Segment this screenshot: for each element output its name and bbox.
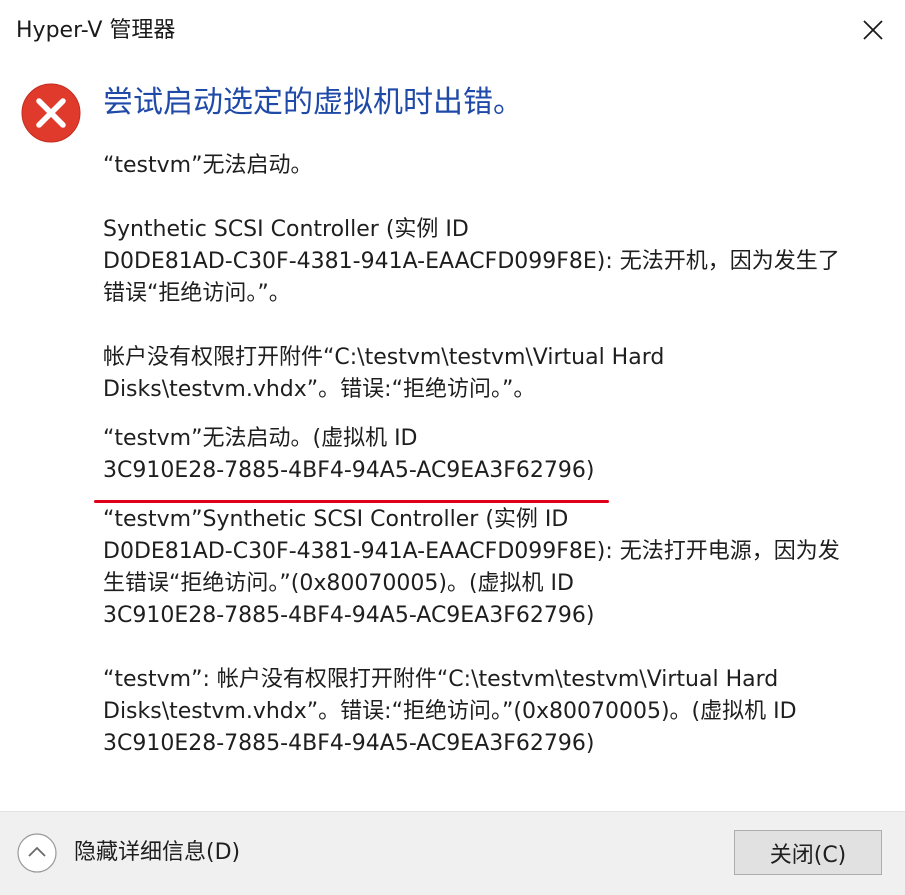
details-toggle[interactable]: 隐藏详细信息(D) xyxy=(74,838,240,868)
detail-paragraph: Synthetic SCSI Controller (实例 ID D0DE81A… xyxy=(103,217,840,306)
dialog-footer: 隐藏详细信息(D) 关闭(C) xyxy=(0,811,905,895)
error-dialog: Hyper-V 管理器 尝试启动选定的虚拟机时出错。 “testvm”无法启动。… xyxy=(0,0,905,895)
error-x-circle-icon xyxy=(21,83,81,143)
detail-paragraph: “testvm”无法启动。(虚拟机 ID 3C910E28-7885-4BF4-… xyxy=(103,426,595,483)
error-details: “testvm”无法启动。 Synthetic SCSI Controller … xyxy=(103,150,883,760)
title-bar: Hyper-V 管理器 xyxy=(0,0,905,62)
chevron-up-icon[interactable] xyxy=(16,832,58,874)
detail-paragraph: “testvm”: 帐户没有权限打开附件“C:\testvm\testvm\Vi… xyxy=(103,667,797,756)
main-instruction: 尝试启动选定的虚拟机时出错。 xyxy=(103,85,523,120)
close-button[interactable]: 关闭(C) xyxy=(734,830,882,875)
detail-paragraph: “testvm”无法启动。 xyxy=(103,153,313,178)
close-icon[interactable] xyxy=(859,16,887,44)
detail-paragraph: 帐户没有权限打开附件“C:\testvm\testvm\Virtual Hard… xyxy=(103,345,665,402)
detail-paragraph: “testvm”Synthetic SCSI Controller (实例 ID… xyxy=(103,507,840,628)
window-title: Hyper-V 管理器 xyxy=(16,18,176,43)
annotation-underline xyxy=(94,500,609,503)
